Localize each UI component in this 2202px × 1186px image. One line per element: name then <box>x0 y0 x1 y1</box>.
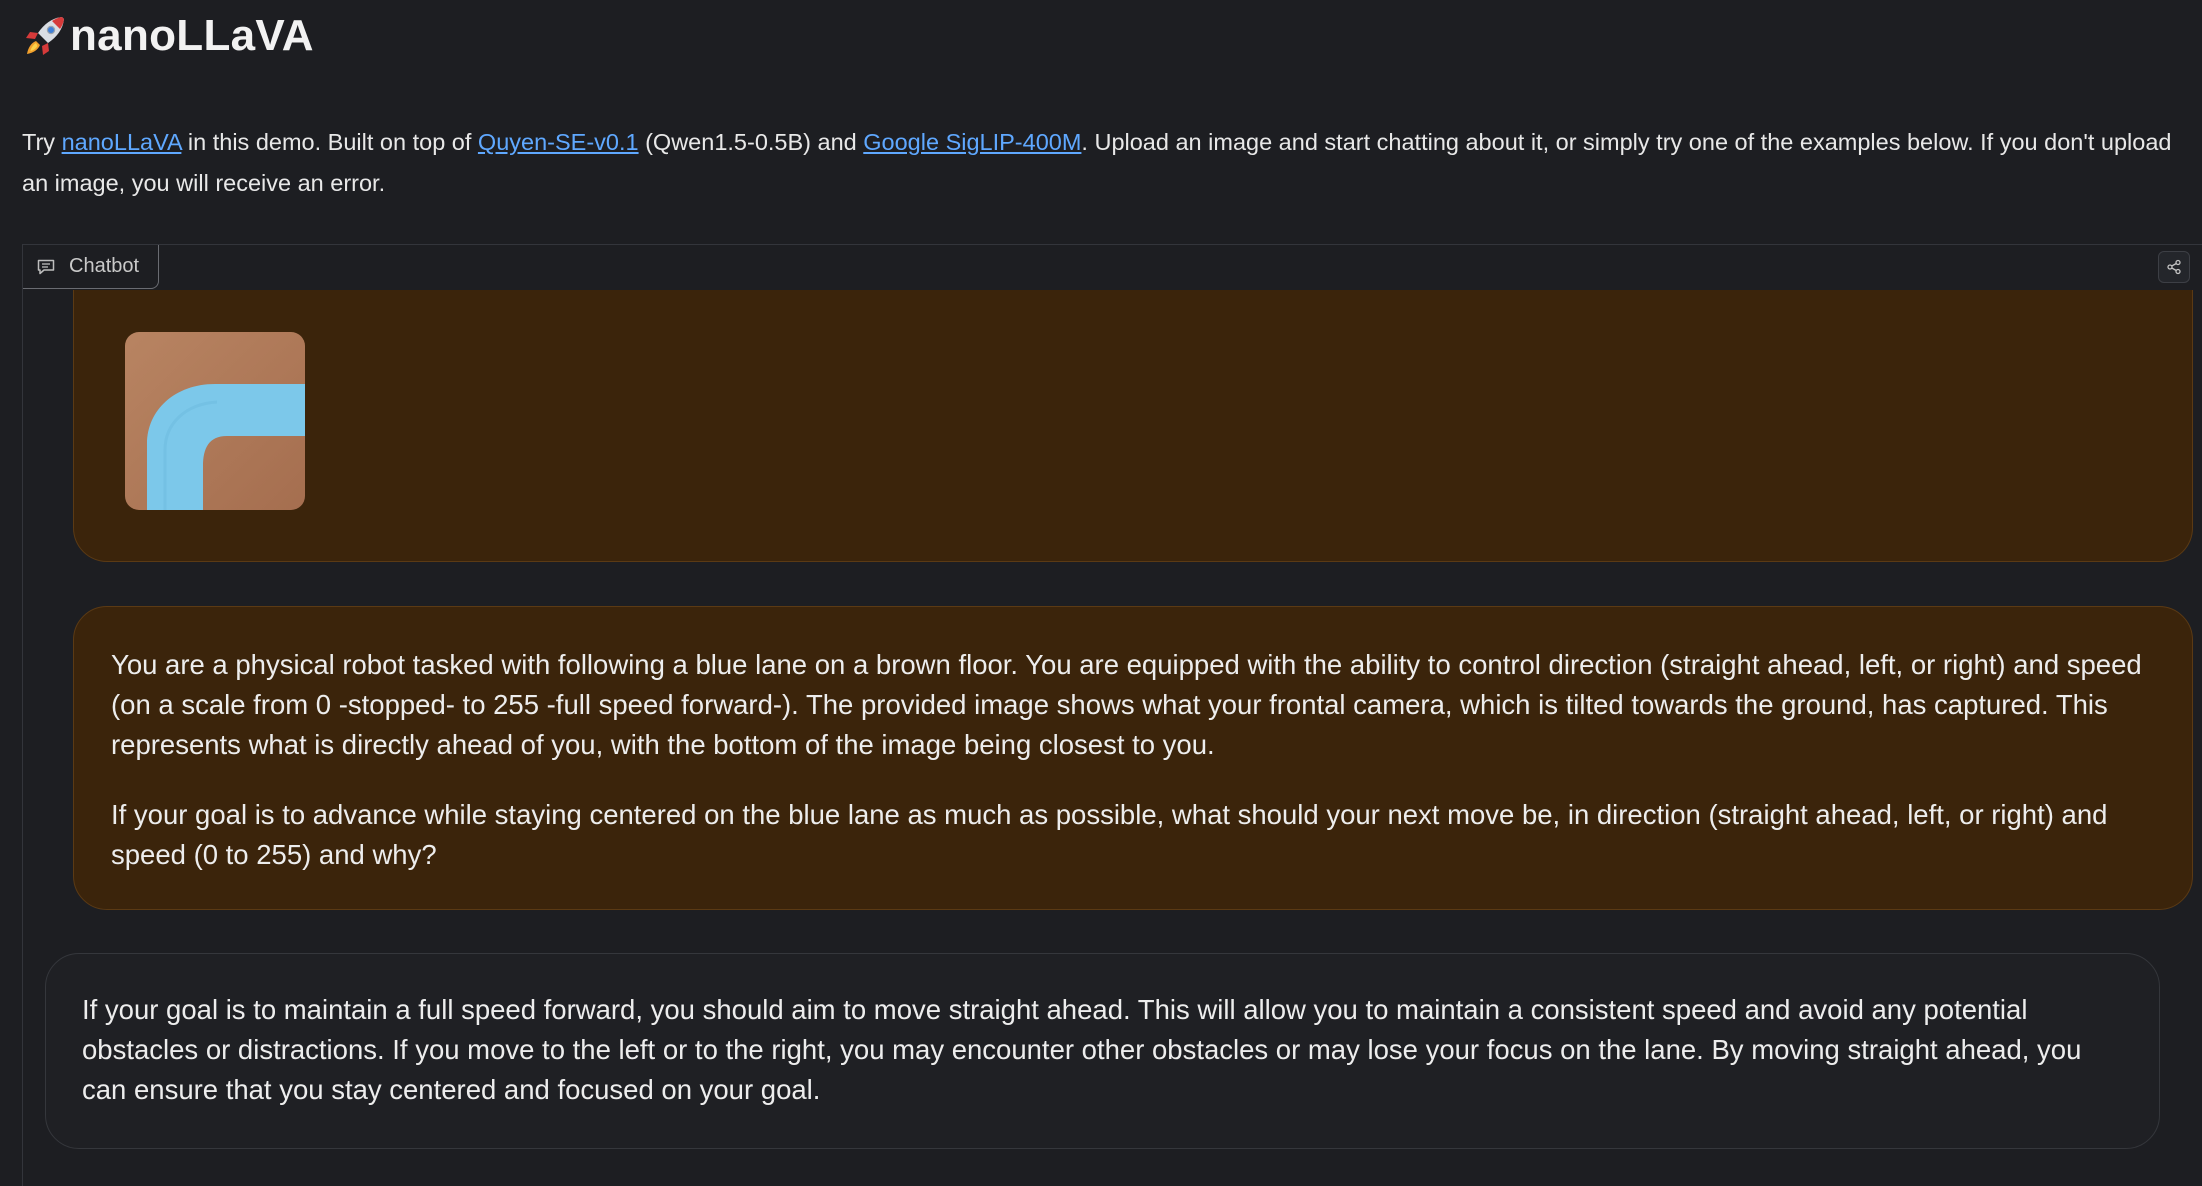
description-text: in this demo. Built on top of <box>181 129 478 155</box>
chatbot-label: Chatbot <box>69 255 140 277</box>
siglip-link[interactable]: Google SigLIP-400M <box>863 129 1081 155</box>
uploaded-image-thumbnail[interactable] <box>125 332 305 510</box>
message-paragraph: You are a physical robot tasked with fol… <box>111 649 2142 760</box>
user-image-message <box>73 290 2193 562</box>
message-paragraph: If your goal is to advance while staying… <box>111 799 2108 870</box>
nanollava-link[interactable]: nanoLLaVA <box>62 129 182 155</box>
chatbot-tab: Chatbot <box>23 245 159 289</box>
description-text: Try <box>22 129 62 155</box>
rocket-icon <box>26 17 64 55</box>
share-icon <box>2167 259 2181 275</box>
bot-message: If your goal is to maintain a full speed… <box>45 953 2160 1149</box>
app-title: nanoLLaVA <box>70 11 314 60</box>
user-text-message: You are a physical robot tasked with fol… <box>73 606 2193 910</box>
intro-description: Try nanoLLaVA in this demo. Built on top… <box>22 122 2202 204</box>
lane-image <box>125 332 305 510</box>
share-button[interactable] <box>2158 251 2190 283</box>
chat-icon <box>37 259 55 274</box>
description-text: (Qwen1.5-0.5B) and <box>638 129 864 155</box>
message-paragraph: If your goal is to maintain a full speed… <box>82 994 2082 1105</box>
quyen-link[interactable]: Quyen-SE-v0.1 <box>478 129 639 155</box>
app-header: nanoLLaVA <box>22 8 314 64</box>
page: nanoLLaVA Try nanoLLaVA in this demo. Bu… <box>0 0 2202 1186</box>
